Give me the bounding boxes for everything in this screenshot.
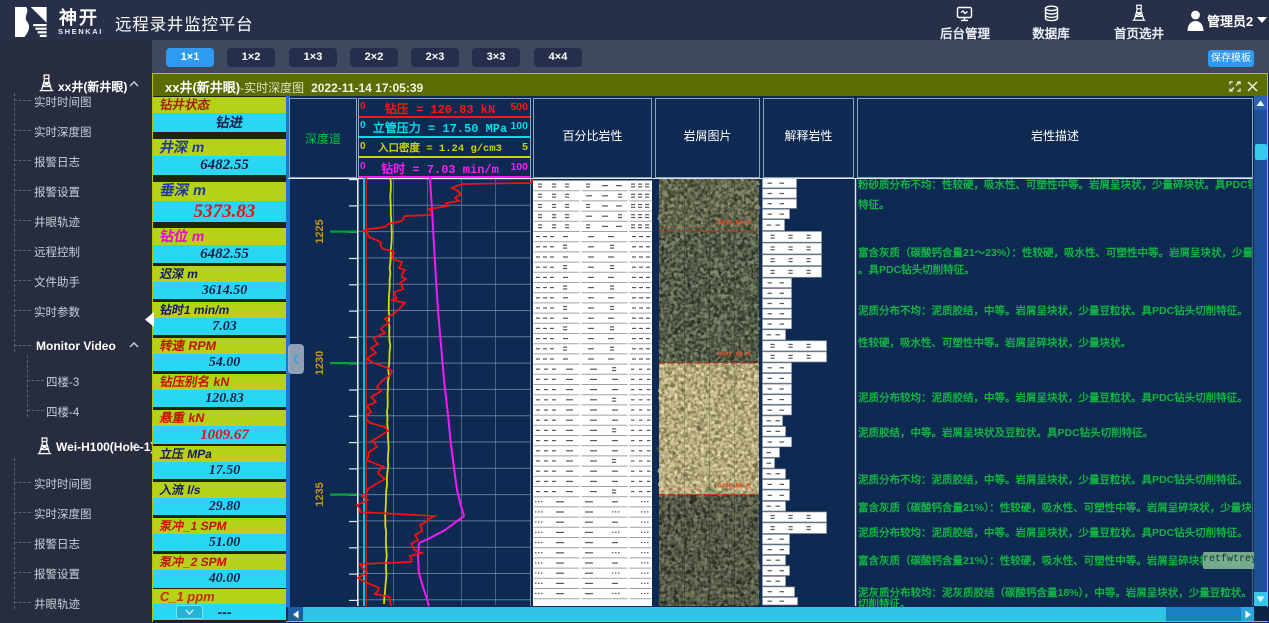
svg-text:1230: 1230 (314, 351, 326, 375)
svg-text:6476.00 M: 6476.00 M (718, 220, 751, 227)
svg-text:6481.00 M: 6481.00 M (718, 351, 751, 358)
svg-text:1225: 1225 (314, 219, 326, 243)
svg-text:1235: 1235 (314, 482, 326, 506)
svg-text:6486.00 M: 6486.00 M (718, 483, 751, 490)
